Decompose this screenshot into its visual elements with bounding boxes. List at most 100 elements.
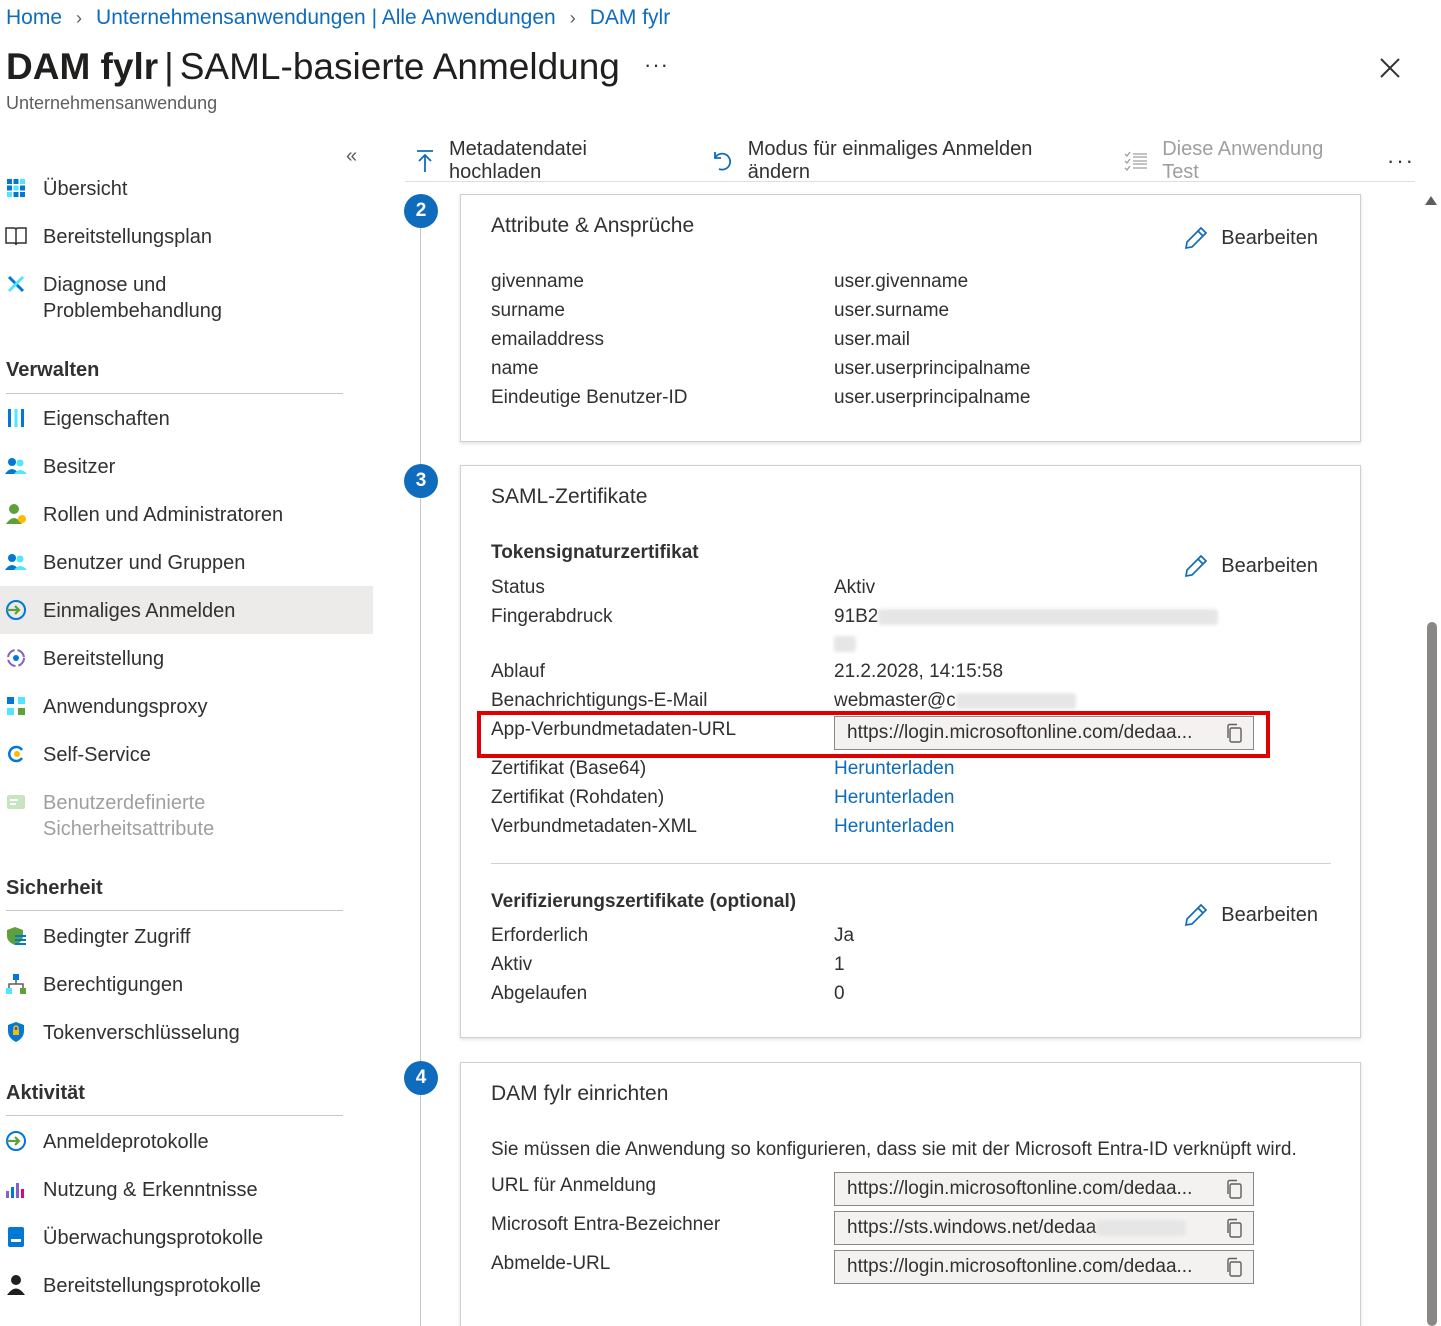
shield-icon	[5, 925, 27, 947]
sidebar-item-permissions[interactable]: Berechtigungen	[0, 972, 373, 998]
edit-certificate-button[interactable]: Bearbeiten	[1183, 553, 1318, 579]
federation-xml-label: Verbundmetadaten-XML	[491, 816, 697, 837]
sidebar-item-label: Überwachungsprotokolle	[43, 1227, 264, 1249]
collapse-sidebar-icon[interactable]: «	[346, 145, 357, 168]
edit-verification-button[interactable]: Bearbeiten	[1183, 902, 1318, 928]
sidebar-item-roles[interactable]: Rollen und Administratoren	[0, 502, 373, 528]
sidebar-item-label: Diagnose und Problembehandlung	[43, 274, 223, 322]
sidebar-item-users-groups[interactable]: Benutzer und Gruppen	[0, 550, 373, 576]
attribute-value: user.userprincipalname	[834, 387, 1031, 408]
upload-metadata-button[interactable]: Metadatendatei hochladen	[405, 138, 678, 184]
sidebar-item-label: Anmeldeprotokolle	[43, 1131, 209, 1153]
sidebar-item-usage-insights[interactable]: Nutzung & Erkenntnisse	[0, 1177, 373, 1203]
verification-certs-title: Verifizierungszertifikate (optional)	[491, 891, 797, 912]
sidebar-item-owners[interactable]: Besitzer	[0, 454, 373, 480]
attribute-value: user.givenname	[834, 271, 969, 292]
scrollbar-thumb[interactable]	[1427, 622, 1437, 1326]
close-icon[interactable]	[1376, 54, 1404, 82]
card-title: SAML-Zertifikate	[491, 485, 648, 508]
login-url-value: https://login.microsoftonline.com/dedaa.…	[847, 1178, 1193, 1199]
chart-icon	[5, 1178, 27, 1200]
self-service-icon	[5, 743, 27, 765]
section-divider	[6, 910, 343, 911]
login-url-field[interactable]: https://login.microsoftonline.com/dedaa.…	[834, 1172, 1254, 1206]
shield-lock-icon	[5, 1021, 27, 1043]
chevron-right-icon: ›	[569, 7, 576, 28]
scroll-up-arrow[interactable]	[1425, 196, 1437, 205]
breadcrumb-home[interactable]: Home	[6, 6, 62, 30]
properties-icon	[5, 407, 27, 429]
sidebar-item-label: Self-Service	[43, 744, 151, 766]
sidebar-item-deployment-plan[interactable]: Bereitstellungsplan	[0, 224, 373, 250]
toolbar-more-button[interactable]: ···	[1387, 148, 1415, 174]
person-icon	[5, 1274, 27, 1296]
download-cert-base64-link[interactable]: Herunterladen	[834, 758, 954, 780]
edit-attributes-button[interactable]: Bearbeiten	[1183, 225, 1318, 251]
sidebar-item-label: Einmaliges Anmelden	[43, 600, 236, 622]
sidebar-item-token-encryption[interactable]: Tokenverschlüsselung	[0, 1020, 373, 1046]
attribute-name: emailaddress	[491, 329, 604, 350]
logout-url-field[interactable]: https://login.microsoftonline.com/dedaa.…	[834, 1250, 1254, 1284]
sign-in-icon	[5, 1130, 27, 1152]
sidebar-item-label: Bedingter Zugriff	[43, 926, 191, 948]
login-url-label: URL für Anmeldung	[491, 1175, 657, 1196]
chevron-right-icon: ›	[76, 7, 83, 28]
sidebar-item-app-proxy[interactable]: Anwendungsproxy	[0, 694, 373, 720]
change-sso-mode-button[interactable]: Modus für einmaliges Anmelden ändern	[702, 138, 1090, 184]
test-application-button[interactable]: Diese Anwendung Test	[1114, 138, 1359, 184]
notification-email-label: Benachrichtigungs-E-Mail	[491, 690, 708, 711]
step-badge: 4	[404, 1061, 438, 1095]
sidebar-item-properties[interactable]: Eigenschaften	[0, 406, 373, 432]
cert-base64-label: Zertifikat (Base64)	[491, 758, 647, 779]
active-value: 1	[834, 954, 845, 975]
attribute-name: surname	[491, 300, 565, 321]
attribute-value: user.mail	[834, 329, 911, 350]
sidebar-item-label: Benutzer und Gruppen	[43, 552, 246, 574]
breadcrumb-enterprise-apps[interactable]: Unternehmensanwendungen | Alle Anwendung…	[96, 6, 556, 30]
page-subtitle: Unternehmensanwendung	[6, 93, 218, 113]
entra-id-value: https://sts.windows.net/dedaa	[835, 1217, 1215, 1239]
card-title: Attribute & Ansprüche	[491, 214, 695, 237]
sidebar-item-provisioning[interactable]: Bereitstellung	[0, 646, 373, 672]
sidebar-item-self-service[interactable]: Self-Service	[0, 742, 373, 768]
download-federation-xml-link[interactable]: Herunterladen	[834, 816, 954, 838]
notification-email-value: webmaster@c	[834, 690, 1076, 712]
cert-raw-label: Zertifikat (Rohdaten)	[491, 787, 665, 808]
sidebar-item-audit-logs[interactable]: Überwachungsprotokolle	[0, 1225, 373, 1251]
sidebar-item-label: Anwendungsproxy	[43, 696, 208, 718]
highlight-box	[477, 711, 1270, 758]
hierarchy-icon	[5, 973, 27, 995]
section-divider	[6, 1115, 343, 1116]
pencil-icon	[1183, 553, 1209, 579]
sidebar-item-provisioning-logs[interactable]: Bereitstellungsprotokolle	[0, 1273, 373, 1299]
copy-icon[interactable]	[1215, 1257, 1253, 1277]
sidebar-item-label: Bereitstellung	[43, 648, 165, 670]
redacted-blur	[955, 692, 1076, 709]
sidebar-item-label: Bereitstellungsplan	[43, 226, 212, 248]
breadcrumb-app[interactable]: DAM fylr	[590, 6, 671, 30]
upload-metadata-label: Metadatendatei hochladen	[449, 137, 587, 183]
entra-id-field[interactable]: https://sts.windows.net/dedaa	[834, 1211, 1254, 1245]
attribute-value: user.surname	[834, 300, 950, 321]
sign-in-icon	[5, 599, 27, 621]
sidebar-item-label: Rollen und Administratoren	[43, 504, 284, 526]
copy-icon[interactable]	[1215, 1179, 1253, 1199]
token-signing-title: Tokensignaturzertifikat	[491, 542, 699, 563]
section-security: Sicherheit	[6, 877, 103, 899]
fingerprint-value: 91B2	[834, 606, 1219, 628]
undo-icon	[712, 149, 734, 173]
more-options-button[interactable]: ···	[644, 52, 669, 78]
checklist-icon	[1124, 151, 1148, 171]
copy-icon[interactable]	[1215, 1218, 1253, 1238]
required-value: Ja	[834, 925, 855, 946]
sidebar-item-custom-security-attributes: Benutzerdefinierte Sicherheitsattribute	[0, 790, 373, 842]
sidebar-item-overview[interactable]: Übersicht	[0, 176, 373, 202]
sidebar-item-diagnose[interactable]: Diagnose und Problembehandlung	[0, 272, 373, 324]
expired-label: Abgelaufen	[491, 983, 588, 1004]
logout-url-label: Abmelde-URL	[491, 1253, 611, 1274]
sidebar-item-label: Tokenverschlüsselung	[43, 1022, 240, 1044]
sidebar-item-sign-in-logs[interactable]: Anmeldeprotokolle	[0, 1129, 373, 1155]
download-cert-raw-link[interactable]: Herunterladen	[834, 787, 954, 809]
sidebar-item-single-sign-on[interactable]: Einmaliges Anmelden	[0, 586, 373, 634]
sidebar-item-conditional-access[interactable]: Bedingter Zugriff	[0, 924, 373, 950]
